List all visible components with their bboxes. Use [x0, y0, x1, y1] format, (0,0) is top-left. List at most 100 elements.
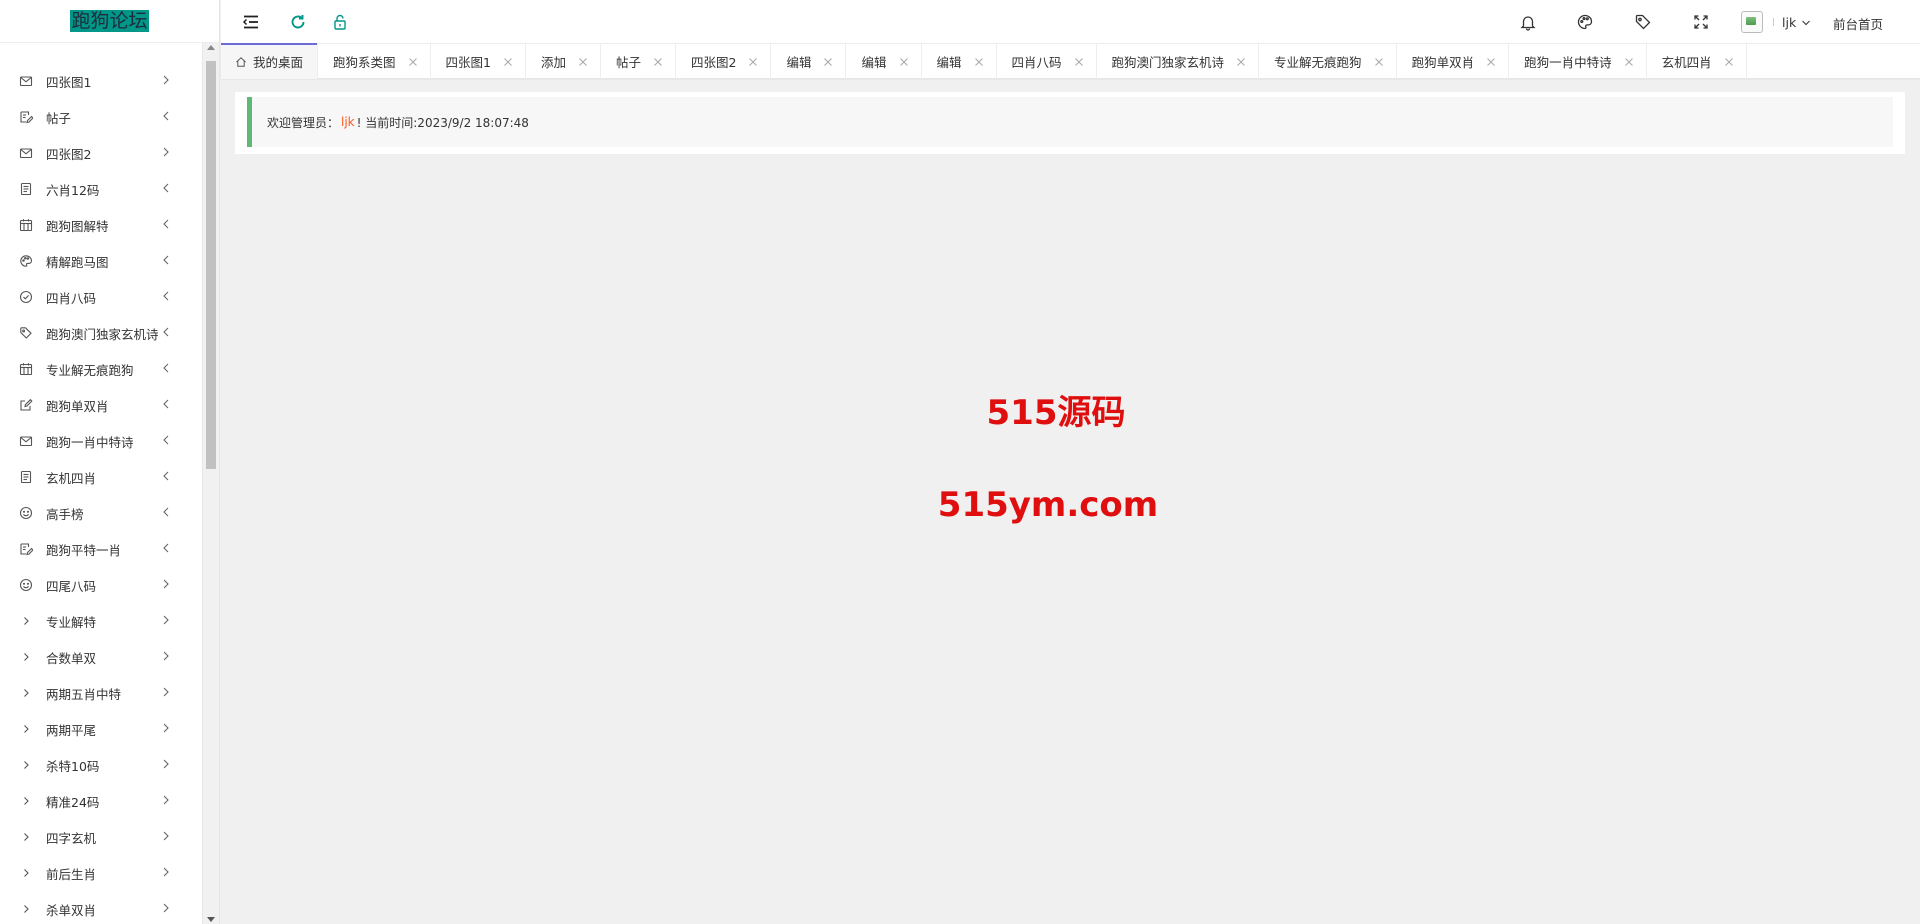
- tab-home[interactable]: 我的桌面: [221, 44, 319, 79]
- sidebar-item[interactable]: 跑狗图解特: [0, 207, 202, 243]
- tab[interactable]: 四张图2: [676, 44, 772, 79]
- close-icon[interactable]: [899, 57, 909, 67]
- close-icon[interactable]: [748, 57, 758, 67]
- close-icon[interactable]: [653, 57, 663, 67]
- close-icon[interactable]: [1236, 57, 1246, 67]
- chevron-right-icon[interactable]: [160, 614, 172, 626]
- edit-note-icon: [18, 109, 34, 125]
- tab[interactable]: 四张图1: [431, 44, 526, 79]
- tag-icon: [18, 325, 34, 341]
- sidebar-item[interactable]: 精准24码: [0, 783, 202, 819]
- user-name[interactable]: ljk: [1782, 15, 1796, 30]
- close-icon[interactable]: [408, 57, 418, 67]
- tab-label: 编辑: [936, 55, 962, 70]
- chevron-left-icon[interactable]: [160, 506, 172, 518]
- tab[interactable]: 编辑: [846, 44, 922, 79]
- sidebar-item[interactable]: 跑狗平特一肖: [0, 531, 202, 567]
- sidebar-item[interactable]: 四肖八码: [0, 279, 202, 315]
- sidebar-item[interactable]: 合数单双: [0, 639, 202, 675]
- sidebar-item[interactable]: 六肖12码: [0, 171, 202, 207]
- sidebar-item[interactable]: 四字玄机: [0, 819, 202, 855]
- chevron-left-icon[interactable]: [160, 218, 172, 230]
- sidebar-item[interactable]: 四张图2: [0, 135, 202, 171]
- tab[interactable]: 专业解无痕跑狗: [1259, 44, 1397, 79]
- sidebar-item[interactable]: 四尾八码: [0, 567, 202, 603]
- tab[interactable]: 跑狗一肖中特诗: [1509, 44, 1647, 79]
- unlock-icon[interactable]: [330, 12, 350, 32]
- chevron-right-icon[interactable]: [160, 758, 172, 770]
- sidebar-item[interactable]: 杀单双肖: [0, 891, 202, 924]
- chevron-right-icon[interactable]: [160, 830, 172, 842]
- scroll-thumb[interactable]: [206, 61, 216, 469]
- chevron-left-icon[interactable]: [160, 398, 172, 410]
- sidebar-item[interactable]: 两期平尾: [0, 711, 202, 747]
- chevron-left-icon[interactable]: [160, 290, 172, 302]
- theme-icon[interactable]: [1575, 12, 1595, 32]
- chevron-left-icon[interactable]: [160, 434, 172, 446]
- logo[interactable]: 跑狗论坛: [0, 0, 219, 43]
- chevron-left-icon[interactable]: [160, 182, 172, 194]
- sidebar-item[interactable]: 精解跑马图: [0, 243, 202, 279]
- scroll-up-arrow-icon[interactable]: [207, 45, 215, 50]
- tab[interactable]: 帖子: [601, 44, 677, 79]
- tab[interactable]: 编辑: [922, 44, 997, 79]
- close-icon[interactable]: [1724, 57, 1734, 67]
- chevron-left-icon[interactable]: [160, 110, 172, 122]
- chevron-left-icon[interactable]: [160, 254, 172, 266]
- fullscreen-icon[interactable]: [1691, 12, 1711, 32]
- sidebar-item[interactable]: 高手榜: [0, 495, 202, 531]
- close-icon[interactable]: [578, 57, 588, 67]
- chevron-right-icon[interactable]: [160, 686, 172, 698]
- note-icon: [18, 469, 34, 485]
- sidebar-item[interactable]: 专业解无痕跑狗: [0, 351, 202, 387]
- tab[interactable]: 跑狗澳门独家玄机诗: [1097, 44, 1260, 79]
- tab[interactable]: 编辑: [771, 44, 847, 79]
- sidebar-item[interactable]: 跑狗单双肖: [0, 387, 202, 423]
- sidebar-item[interactable]: 帖子: [0, 99, 202, 135]
- close-icon[interactable]: [1074, 57, 1084, 67]
- close-icon[interactable]: [1624, 57, 1634, 67]
- sidebar-item[interactable]: 杀特10码: [0, 747, 202, 783]
- tab[interactable]: 跑狗系类图: [318, 44, 431, 79]
- close-icon[interactable]: [974, 57, 984, 67]
- chevron-left-icon[interactable]: [160, 542, 172, 554]
- chevron-left-icon[interactable]: [160, 470, 172, 482]
- chevron-right-icon[interactable]: [160, 722, 172, 734]
- tag-icon[interactable]: [1633, 12, 1653, 32]
- menu-fold-icon[interactable]: [241, 12, 261, 32]
- chevron-right-icon[interactable]: [160, 650, 172, 662]
- chevron-right-icon[interactable]: [160, 794, 172, 806]
- sidebar-item[interactable]: 跑狗澳门独家玄机诗: [0, 315, 202, 351]
- sidebar-item[interactable]: 跑狗一肖中特诗: [0, 423, 202, 459]
- tab[interactable]: 添加: [526, 44, 601, 79]
- front-home-link[interactable]: 前台首页: [1833, 14, 1883, 33]
- chevron-right-icon[interactable]: [160, 866, 172, 878]
- sidebar-item[interactable]: 两期五肖中特: [0, 675, 202, 711]
- close-icon[interactable]: [503, 57, 513, 67]
- user-menu[interactable]: ljk: [1741, 7, 1811, 37]
- sidebar-scrollbar[interactable]: [202, 43, 219, 924]
- tab[interactable]: 四肖八码: [997, 44, 1097, 79]
- chevron-right-icon[interactable]: [160, 902, 172, 914]
- close-icon[interactable]: [1486, 57, 1496, 67]
- sidebar-item[interactable]: 前后生肖: [0, 855, 202, 891]
- refresh-icon[interactable]: [288, 12, 308, 32]
- chevron-right-icon[interactable]: [160, 74, 172, 86]
- sidebar-item[interactable]: 四张图1: [0, 63, 202, 99]
- close-icon[interactable]: [823, 57, 833, 67]
- tab[interactable]: 跑狗单双肖: [1397, 44, 1510, 79]
- sidebar-item[interactable]: 专业解特: [0, 603, 202, 639]
- sidebar-item[interactable]: 玄机四肖: [0, 459, 202, 495]
- sidebar-item-label: 专业解无痕跑狗: [46, 362, 134, 378]
- avatar[interactable]: [1741, 11, 1763, 33]
- chevron-left-icon[interactable]: [160, 362, 172, 374]
- chevron-left-icon[interactable]: [160, 326, 172, 338]
- chevron-right-icon[interactable]: [160, 146, 172, 158]
- tab[interactable]: 玄机四肖: [1647, 44, 1747, 79]
- close-icon[interactable]: [1374, 57, 1384, 67]
- chevron-down-icon[interactable]: [1801, 17, 1811, 27]
- scroll-down-arrow-icon[interactable]: [207, 917, 215, 922]
- mail-icon: [18, 145, 34, 161]
- bell-icon[interactable]: [1518, 12, 1538, 32]
- chevron-right-icon[interactable]: [160, 578, 172, 590]
